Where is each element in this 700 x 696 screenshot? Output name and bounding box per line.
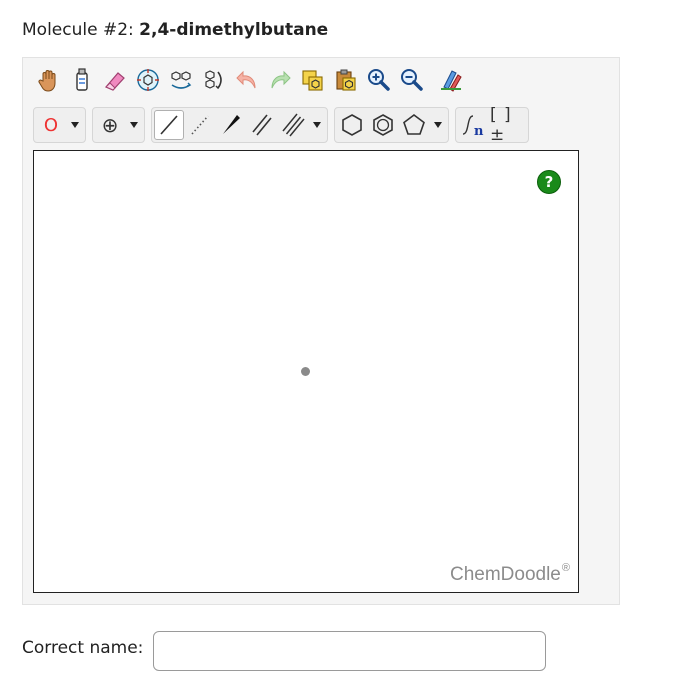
rotate-button[interactable] — [198, 64, 230, 96]
toolbar-row-2: O ⊕ n []± — [33, 105, 535, 145]
cyclopentane-icon — [403, 114, 425, 135]
help-question-icon: ? — [544, 173, 554, 191]
triple-bond-icon — [282, 113, 305, 137]
flip-icon — [171, 71, 192, 89]
zoom-in-icon — [368, 69, 390, 91]
copy-icon — [302, 70, 323, 91]
clean-icon — [441, 70, 462, 92]
zoom-out-icon — [401, 69, 423, 91]
drawing-canvas[interactable]: ? ChemDoodle® — [33, 150, 579, 593]
undo-button[interactable] — [231, 64, 263, 96]
charge-picker-group: ⊕ — [92, 107, 145, 143]
answer-label: Correct name: — [22, 638, 144, 658]
chemdoodle-watermark: ChemDoodle® — [449, 562, 570, 586]
repeat-unit-icon: n — [462, 115, 484, 138]
element-button[interactable]: O — [36, 110, 66, 140]
single-bond-button[interactable] — [154, 110, 184, 140]
paste-button[interactable] — [330, 64, 362, 96]
charge-plus-icon: ⊕ — [101, 113, 119, 137]
charge-dropdown-arrow[interactable] — [126, 110, 142, 140]
ring-dropdown-arrow[interactable] — [430, 110, 446, 140]
watermark-text: ChemDoodle — [449, 564, 561, 585]
bracket-charge-button[interactable]: [ ]± — [489, 105, 525, 145]
element-dropdown-arrow[interactable] — [67, 110, 83, 140]
rotate-icon — [205, 70, 222, 90]
registered-mark: ® — [561, 562, 570, 574]
ring-picker-group — [334, 107, 449, 143]
paste-icon — [336, 69, 356, 91]
hand-tool-button[interactable] — [33, 64, 65, 96]
question-prefix: Molecule #2: — [22, 20, 134, 40]
bond-dropdown-arrow[interactable] — [309, 110, 325, 140]
eraser-icon — [105, 72, 125, 91]
wedge-bond-icon — [223, 115, 240, 134]
cyclopentane-button[interactable] — [399, 110, 429, 140]
redo-icon — [271, 70, 291, 89]
extras-group: n [ ]± — [455, 105, 529, 145]
bond-picker-group — [151, 107, 328, 143]
triple-bond-button[interactable] — [278, 110, 308, 140]
cyclohexane-icon — [342, 114, 362, 136]
center-molecule-button[interactable] — [132, 64, 164, 96]
clean-button[interactable] — [435, 64, 467, 96]
zoom-out-button[interactable] — [396, 64, 428, 96]
redo-button[interactable] — [264, 64, 296, 96]
chemdoodle-editor: O ⊕ n []± ? ChemDoodle® — [22, 57, 620, 605]
toolbar-row-1 — [33, 61, 468, 99]
eraser-tool-button[interactable] — [99, 64, 131, 96]
bracket-charge-icon: [ ]± — [490, 105, 512, 145]
dashed-bond-button[interactable] — [185, 110, 215, 140]
lasso-icon — [76, 68, 88, 91]
svg-text:n: n — [474, 124, 484, 138]
double-bond-icon — [252, 114, 272, 136]
help-button[interactable]: ? — [537, 170, 561, 194]
benzene-button[interactable] — [368, 110, 398, 140]
flip-button[interactable] — [165, 64, 197, 96]
question-title: Molecule #2: 2,4-dimethylbutane — [22, 18, 328, 42]
lasso-tool-button[interactable] — [66, 64, 98, 96]
cyclohexane-button[interactable] — [337, 110, 367, 140]
copy-button[interactable] — [297, 64, 329, 96]
wedge-bond-button[interactable] — [216, 110, 246, 140]
undo-icon — [236, 70, 256, 89]
dashed-bond-icon — [191, 115, 209, 135]
zoom-in-button[interactable] — [363, 64, 395, 96]
benzene-icon — [373, 114, 393, 136]
canvas-center-dot — [301, 367, 310, 376]
charge-button[interactable]: ⊕ — [95, 110, 125, 140]
center-icon — [137, 69, 159, 91]
correct-name-input[interactable] — [153, 631, 546, 671]
hand-icon — [38, 70, 56, 92]
double-bond-button[interactable] — [247, 110, 277, 140]
molecule-name: 2,4-dimethylbutane — [139, 20, 329, 40]
single-bond-icon — [160, 115, 178, 135]
repeat-unit-button[interactable]: n — [458, 110, 488, 140]
element-picker-group: O — [33, 107, 86, 143]
element-symbol: O — [43, 114, 59, 136]
